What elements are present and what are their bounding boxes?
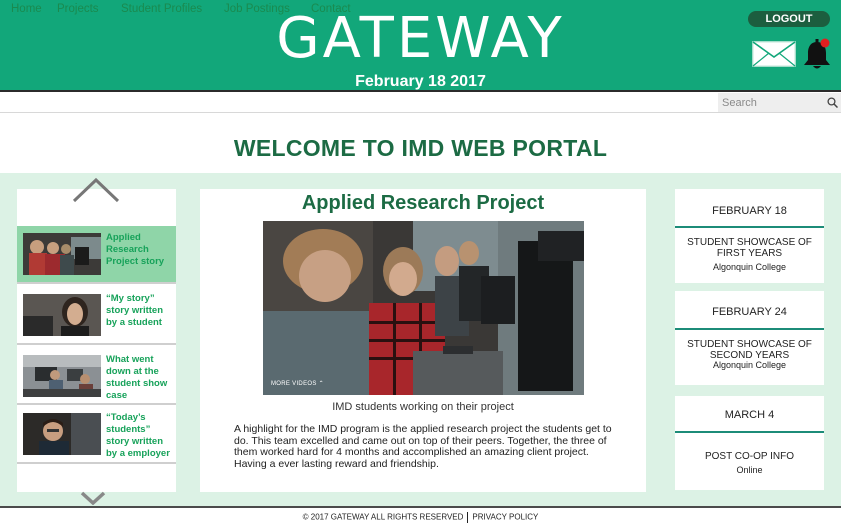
video-caption: IMD students working on their project (332, 401, 514, 413)
search-box (718, 93, 841, 112)
story-item-showcase[interactable]: What went down at the student show case (17, 348, 176, 404)
copyright: © 2017 GATEWAY ALL RIGHTS RESERVED (302, 512, 464, 522)
nav-projects[interactable]: Projects (57, 3, 99, 15)
nav-home[interactable]: Home (11, 3, 42, 15)
nav-contact[interactable]: Contact (311, 3, 351, 15)
story-label: Applied Research Project story (106, 232, 165, 267)
event-date: MARCH 4 (724, 409, 775, 421)
header-date: February 18 2017 (355, 73, 486, 90)
event-divider (675, 431, 824, 433)
event-location: Online (736, 465, 763, 475)
video-still (263, 221, 584, 395)
story-thumbnail (23, 233, 101, 275)
page-title: WELCOME TO IMD WEB PORTAL (233, 135, 608, 161)
main-nav (0, 92, 841, 113)
story-item-applied-research[interactable]: Applied Research Project story (17, 226, 176, 282)
event-divider (675, 328, 824, 330)
event-date: FEBRUARY 18 (712, 205, 787, 217)
story-thumbnail (23, 355, 101, 397)
story-item-todays-students[interactable]: “Today’s students” story written by a em… (17, 406, 176, 462)
event-card[interactable]: FEBRUARY 24 STUDENT SHOWCASE OF SECOND Y… (675, 291, 824, 385)
story-divider (17, 343, 176, 345)
footer-divider (467, 512, 469, 523)
event-location: Algonquin College (712, 360, 787, 370)
story-label: What went down at the student show case (106, 354, 168, 401)
event-date: FEBRUARY 24 (712, 306, 787, 318)
search-input[interactable] (722, 95, 822, 110)
feature-description: A highlight for the IMD program is the a… (234, 423, 612, 470)
chevron-down-icon[interactable] (80, 491, 106, 505)
event-title: STUDENT SHOWCASE OF SECOND YEARS (687, 339, 812, 361)
story-divider (17, 282, 176, 284)
story-label: “Today’s students” story written by a em… (106, 412, 170, 459)
logout-button[interactable]: LOGOUT (748, 11, 830, 27)
story-divider (17, 403, 176, 405)
more-videos-button[interactable]: MORE VIDEOS ⌃ (271, 380, 324, 387)
footer-text: © 2017 GATEWAY ALL RIGHTS RESERVED PRIVAC… (0, 512, 841, 523)
event-location: Algonquin College (712, 262, 787, 272)
nav-job-postings[interactable]: Job Postings (224, 3, 290, 15)
chevron-up-icon[interactable] (72, 177, 120, 203)
bell-icon[interactable] (801, 37, 833, 71)
event-title: STUDENT SHOWCASE OF FIRST YEARS (687, 237, 812, 259)
event-card[interactable]: MARCH 4 POST CO-OP INFO Online (675, 396, 824, 490)
story-thumbnail (23, 294, 101, 336)
feature-title: Applied Research Project (301, 192, 545, 214)
event-card[interactable]: FEBRUARY 18 STUDENT SHOWCASE OF FIRST YE… (675, 189, 824, 283)
search-icon[interactable] (827, 97, 838, 108)
event-divider (675, 226, 824, 228)
notification-dot (820, 38, 830, 48)
story-thumbnail (23, 413, 101, 455)
envelope-icon[interactable] (752, 41, 796, 67)
nav-student-profiles[interactable]: Student Profiles (121, 3, 202, 15)
event-title: POST CO-OP INFO (704, 451, 795, 462)
story-divider (17, 462, 176, 464)
feature-video[interactable]: MORE VIDEOS ⌃ (263, 221, 584, 395)
story-label: “My story” story written by a student (106, 293, 164, 328)
site-footer: © 2017 GATEWAY ALL RIGHTS RESERVED PRIVAC… (0, 506, 841, 525)
privacy-policy-link[interactable]: PRIVACY POLICY (472, 513, 538, 522)
story-item-my-story[interactable]: “My story” story written by a student (17, 287, 176, 343)
